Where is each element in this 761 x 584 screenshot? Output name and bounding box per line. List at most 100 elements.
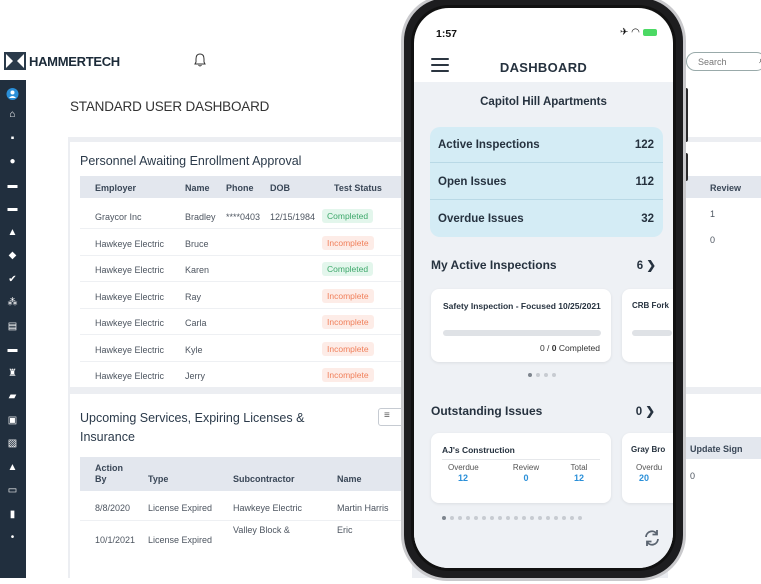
pager-dot[interactable] — [570, 516, 574, 520]
report-icon[interactable]: ▤ — [6, 321, 19, 333]
inspection-progress-bar — [443, 330, 601, 336]
col-test-status[interactable]: Test Status — [334, 183, 382, 193]
status-badge[interactable]: Completed — [322, 209, 374, 223]
col-update-sign[interactable]: Update Sign — [690, 444, 743, 454]
diamond-icon[interactable]: ◆ — [6, 250, 19, 262]
document-icon[interactable]: ▮ — [6, 509, 19, 521]
stat-label: Overdue Issues — [438, 213, 524, 225]
type-cell: License Expired — [148, 503, 213, 513]
status-badge[interactable]: Incomplete — [322, 315, 374, 329]
pager-dot[interactable] — [466, 516, 470, 520]
pager-dot[interactable] — [578, 516, 582, 520]
outstanding-issues-label: Outstanding Issues — [431, 404, 543, 418]
col-employer[interactable]: Employer — [95, 183, 136, 193]
search-placeholder: Search — [698, 57, 727, 67]
services-table-header: Action By Type Subcontractor Name — [80, 457, 412, 491]
stat-row[interactable]: Open Issues 112 — [430, 164, 663, 200]
pager-dot[interactable] — [562, 516, 566, 520]
inspection-card-next[interactable]: CRB Fork — [622, 289, 673, 362]
stat-value: 122 — [634, 139, 654, 151]
inspection-card-title: Safety Inspection - Focused 10/25/2021 — [443, 301, 601, 311]
pager-dot[interactable] — [442, 516, 446, 520]
pager-dot[interactable] — [474, 516, 478, 520]
col-review[interactable]: Review — [710, 183, 741, 193]
check-circle-icon[interactable]: ✔ — [6, 274, 19, 286]
status-badge[interactable]: Incomplete — [322, 235, 374, 250]
more-icon[interactable]: • — [6, 532, 19, 544]
issue-pager-dots[interactable] — [442, 516, 582, 520]
status-badge[interactable]: Incomplete — [322, 341, 374, 356]
status-badge[interactable]: Incomplete — [322, 368, 374, 382]
pager-dot[interactable] — [522, 516, 526, 520]
calendar-icon[interactable]: ▭ — [6, 485, 19, 497]
inspection-pager-dots[interactable] — [528, 373, 556, 377]
home-icon[interactable]: ⌂ — [6, 109, 19, 121]
enrollment-title: Personnel Awaiting Enrollment Approval — [80, 154, 302, 168]
inspection-card-title: CRB Fork — [632, 301, 669, 310]
toolbox-icon[interactable]: ▬ — [6, 344, 19, 356]
pager-dot[interactable] — [538, 516, 542, 520]
action-by-cell: 8/8/2020 — [95, 503, 131, 513]
status-badge[interactable]: Completed — [322, 262, 374, 276]
truck-icon[interactable]: ▰ — [6, 391, 19, 403]
col-action-by[interactable]: Action By — [95, 463, 125, 485]
employer-cell: Hawkeye Electric — [95, 344, 165, 355]
pager-dot[interactable] — [514, 516, 518, 520]
id-card-icon[interactable]: ▬ — [6, 203, 19, 215]
battery-icon — [642, 28, 657, 36]
col-type[interactable]: Type — [148, 474, 168, 484]
pager-dot[interactable] — [530, 516, 534, 520]
overdue-value: 12 — [457, 473, 468, 483]
phone-title: DASHBOARD — [499, 60, 588, 75]
briefcase-icon[interactable]: ▪ — [6, 133, 19, 145]
col-name[interactable]: Name — [185, 183, 210, 193]
total-label: Total — [570, 463, 588, 472]
issue-card[interactable]: AJ's Construction Overdue 12 Review 0 To… — [431, 433, 611, 503]
brand-logo[interactable]: HAMMERTECH — [4, 52, 120, 70]
issue-card-next[interactable]: Gray Bro Overdu 20 — [622, 433, 673, 503]
col-name[interactable]: Name — [337, 474, 362, 484]
clipboard-icon[interactable]: ▣ — [6, 415, 19, 427]
col-phone[interactable]: Phone — [226, 183, 254, 193]
search-doc-icon[interactable]: ▧ — [6, 438, 19, 450]
team-icon[interactable]: ⁂ — [6, 297, 19, 309]
active-inspections-label: My Active Inspections — [431, 258, 557, 272]
overdue-label: Overdu — [636, 463, 663, 472]
person-icon[interactable]: ● — [6, 156, 19, 168]
employer-cell: Hawkeye Electric — [95, 291, 165, 302]
inspection-card[interactable]: Safety Inspection - Focused 10/25/2021 0… — [431, 289, 611, 362]
employer-cell: Hawkeye Electric — [95, 265, 165, 275]
pager-dot[interactable] — [554, 516, 558, 520]
phone-screen: 1:57 ✈ ◠ DASHBOARD Capitol Hill Apartmen… — [414, 8, 673, 568]
bell-icon[interactable] — [194, 53, 206, 67]
wifi-icon: ◠ — [631, 27, 640, 38]
stat-row[interactable]: Active Inspections 122 — [430, 127, 663, 163]
pager-dot[interactable] — [498, 516, 502, 520]
pager-dot[interactable] — [482, 516, 486, 520]
pager-dot[interactable] — [450, 516, 454, 520]
col-subcontractor[interactable]: Subcontractor — [233, 474, 295, 484]
stat-row[interactable]: Overdue Issues 32 — [430, 201, 663, 237]
pager-dot[interactable] — [506, 516, 510, 520]
alert-triangle-icon[interactable]: ▲ — [6, 462, 19, 474]
stat-label: Active Inspections — [438, 139, 540, 151]
hardhat-icon[interactable]: ▲ — [6, 227, 19, 239]
row-divider — [80, 307, 412, 309]
pager-dot[interactable] — [546, 516, 550, 520]
project-name[interactable]: Capitol Hill Apartments — [414, 96, 673, 108]
refresh-icon[interactable] — [642, 528, 662, 548]
card-icon[interactable]: ▬ — [6, 180, 19, 192]
divider — [442, 459, 600, 460]
stat-label: Open Issues — [438, 176, 507, 188]
status-badge[interactable]: Incomplete — [322, 288, 374, 303]
overdue-label: Overdue — [448, 463, 479, 472]
pager-dot[interactable] — [458, 516, 462, 520]
review-cell: 1 — [710, 209, 716, 219]
row-divider — [80, 228, 412, 229]
search-input[interactable]: Search ⌕ — [686, 52, 761, 71]
pager-dot[interactable] — [490, 516, 494, 520]
col-dob[interactable]: DOB — [270, 183, 290, 193]
user-avatar-icon[interactable] — [6, 88, 19, 100]
warning-light-icon[interactable]: ♜ — [6, 368, 19, 380]
status-time: 1:57 — [436, 28, 458, 40]
